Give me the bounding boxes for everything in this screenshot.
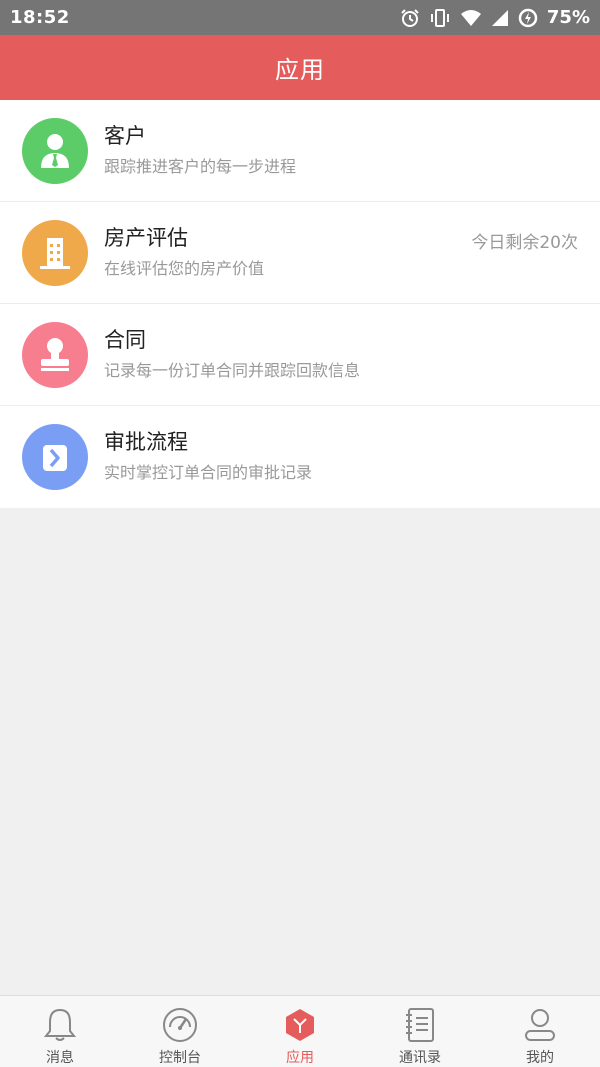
page-title: 应用 bbox=[275, 56, 325, 84]
app-list: 客户 跟踪推进客户的每一步进程 房产评估 在线评估您的房产价值 今日剩余20次 bbox=[0, 100, 600, 508]
app-item-contract[interactable]: 合同 记录每一份订单合同并跟踪回款信息 bbox=[0, 304, 600, 406]
app-item-title: 客户 bbox=[104, 124, 146, 148]
app-item-desc: 在线评估您的房产价值 bbox=[104, 259, 265, 278]
status-bar: 18:52 75% bbox=[0, 0, 600, 35]
apps-icon bbox=[280, 1006, 320, 1044]
customer-icon bbox=[22, 118, 88, 184]
app-header: 应用 bbox=[0, 35, 600, 100]
signal-icon bbox=[491, 9, 509, 27]
alarm-icon bbox=[400, 8, 420, 28]
battery-percent: 75% bbox=[546, 7, 590, 28]
tab-label: 我的 bbox=[526, 1050, 554, 1066]
app-item-customer[interactable]: 客户 跟踪推进客户的每一步进程 bbox=[0, 100, 600, 202]
app-item-desc: 实时掌控订单合同的审批记录 bbox=[104, 463, 313, 482]
status-icons: 75% bbox=[400, 7, 590, 28]
tab-label: 通讯录 bbox=[399, 1050, 441, 1066]
app-item-property-valuation[interactable]: 房产评估 在线评估您的房产价值 今日剩余20次 bbox=[0, 202, 600, 304]
remaining-count-label: 今日剩余20次 bbox=[471, 233, 578, 253]
app-item-desc: 跟踪推进客户的每一步进程 bbox=[104, 157, 297, 176]
wifi-icon bbox=[460, 9, 482, 27]
dashboard-icon bbox=[160, 1006, 200, 1044]
tab-profile[interactable]: 我的 bbox=[480, 996, 600, 1067]
building-icon bbox=[22, 220, 88, 286]
app-item-desc: 记录每一份订单合同并跟踪回款信息 bbox=[104, 361, 361, 380]
tab-label: 控制台 bbox=[159, 1050, 201, 1066]
bell-icon bbox=[40, 1006, 80, 1044]
tab-label: 应用 bbox=[286, 1050, 314, 1066]
profile-icon bbox=[520, 1006, 560, 1044]
bottom-tab-bar: 消息 控制台 应用 通讯录 我的 bbox=[0, 995, 600, 1067]
tab-label: 消息 bbox=[46, 1050, 74, 1066]
contacts-book-icon bbox=[400, 1006, 440, 1044]
vibrate-icon bbox=[429, 8, 451, 28]
approval-icon bbox=[22, 424, 88, 490]
app-item-title: 审批流程 bbox=[104, 430, 188, 454]
battery-charging-icon bbox=[518, 8, 538, 28]
app-item-approval-flow[interactable]: 审批流程 实时掌控订单合同的审批记录 bbox=[0, 406, 600, 508]
stamp-icon bbox=[22, 322, 88, 388]
tab-messages[interactable]: 消息 bbox=[0, 996, 120, 1067]
status-time: 18:52 bbox=[10, 7, 70, 28]
app-item-title: 房产评估 bbox=[104, 226, 188, 250]
tab-apps[interactable]: 应用 bbox=[240, 996, 360, 1067]
tab-dashboard[interactable]: 控制台 bbox=[120, 996, 240, 1067]
tab-contacts[interactable]: 通讯录 bbox=[360, 996, 480, 1067]
app-item-title: 合同 bbox=[104, 328, 146, 352]
